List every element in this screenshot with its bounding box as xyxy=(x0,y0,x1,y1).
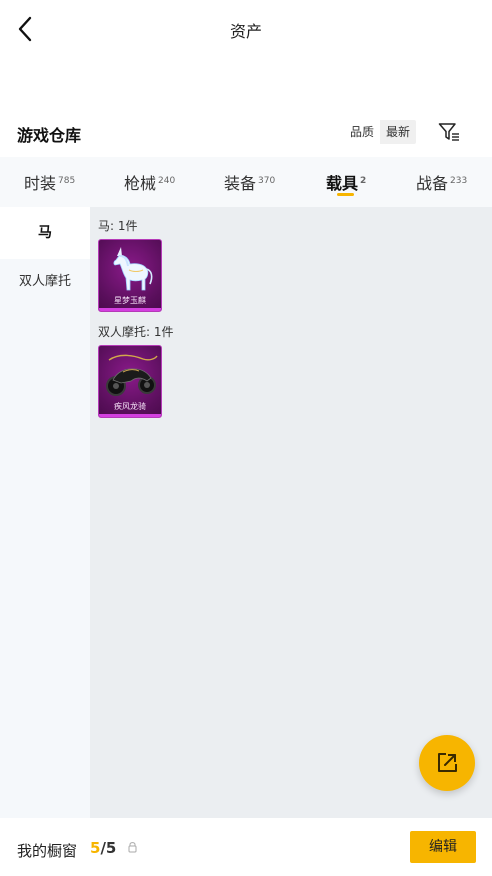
rarity-bar xyxy=(99,308,161,311)
item-card[interactable]: 疾风龙骑 xyxy=(98,345,162,418)
unicorn-icon xyxy=(113,247,153,291)
filter-icon xyxy=(438,123,459,141)
tab-equipment[interactable]: 装备 370 xyxy=(224,170,275,194)
sort-toggle: 品质 最新 xyxy=(344,120,417,144)
tab-fashion[interactable]: 时装 785 xyxy=(24,170,75,194)
tab-firearms[interactable]: 枪械 240 xyxy=(124,170,175,194)
showcase-used: 5 xyxy=(90,839,101,857)
sort-newest-button[interactable]: 最新 xyxy=(380,120,417,144)
edit-button[interactable]: 编辑 xyxy=(410,831,476,863)
sidebar-item-tandem-motorcycle[interactable]: 双人摩托 xyxy=(0,256,90,308)
showcase-count: 5/5 xyxy=(90,839,116,857)
category-tabs: 时装 785 枪械 240 装备 370 载具 2 战备 233 xyxy=(0,157,492,207)
tab-label: 枪械 xyxy=(124,174,157,193)
top-bar: 资产 xyxy=(0,0,492,60)
tab-vehicles[interactable]: 载具 2 xyxy=(326,170,366,194)
section-title: 游戏仓库 xyxy=(17,126,82,145)
item-grid: 马: 1件 星梦玉麒 双人摩托: 1件 疾风龙骑 xyxy=(90,207,492,818)
tab-label: 载具 xyxy=(326,174,359,193)
page-title: 资产 xyxy=(229,22,262,41)
tab-label: 战备 xyxy=(416,174,449,193)
tab-supplies[interactable]: 战备 233 xyxy=(416,170,467,194)
external-link-icon xyxy=(438,753,457,772)
active-tab-indicator xyxy=(337,193,354,196)
tab-count: 240 xyxy=(158,176,176,186)
subcategory-sidebar: 马 双人摩托 xyxy=(0,207,90,818)
sort-quality-button[interactable]: 品质 xyxy=(344,120,381,144)
group-label: 双人摩托: 1件 xyxy=(98,325,174,339)
group-label: 马: 1件 xyxy=(98,219,138,233)
item-card[interactable]: 星梦玉麒 xyxy=(98,239,162,312)
tab-label: 时装 xyxy=(24,174,57,193)
tab-count: 233 xyxy=(450,176,468,186)
share-button[interactable] xyxy=(419,735,475,791)
sidebar-item-horse[interactable]: 马 xyxy=(0,207,90,259)
item-name: 星梦玉麒 xyxy=(114,296,146,305)
bottom-bar: 我的橱窗 5/5 编辑 xyxy=(0,818,492,876)
item-name: 疾风龙骑 xyxy=(114,402,146,411)
motorcycle-icon xyxy=(106,354,158,396)
showcase-total: 5 xyxy=(105,839,117,857)
lock-icon xyxy=(128,842,137,853)
tab-count: 370 xyxy=(258,176,276,186)
tab-count: 785 xyxy=(58,176,76,186)
tab-label: 装备 xyxy=(224,174,257,193)
rarity-bar xyxy=(99,414,161,417)
tab-count: 2 xyxy=(360,176,367,186)
filter-button[interactable] xyxy=(437,120,461,144)
showcase-label: 我的橱窗 xyxy=(17,842,78,860)
